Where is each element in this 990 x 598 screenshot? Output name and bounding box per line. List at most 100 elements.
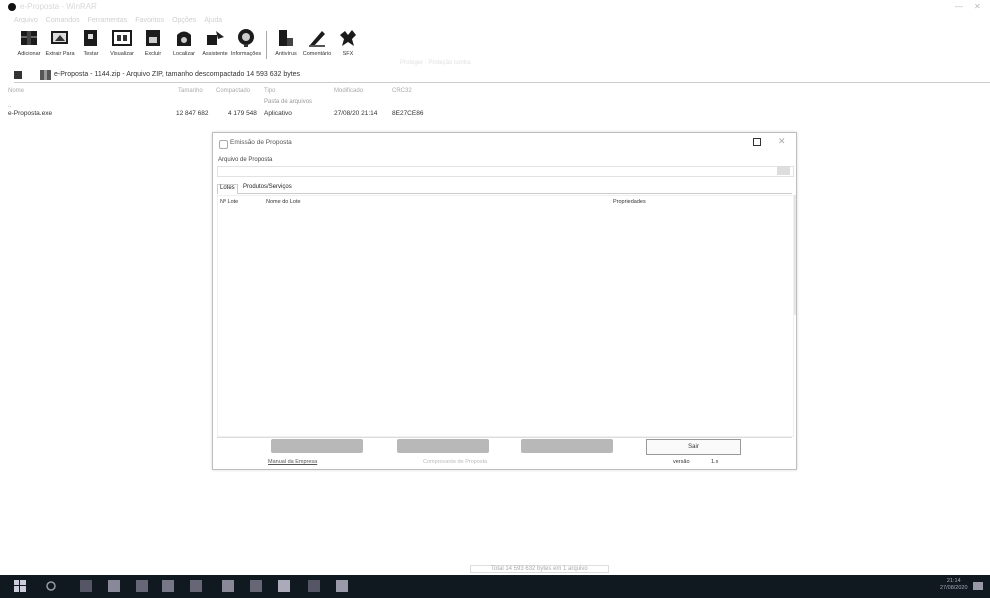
column-crc[interactable]: CRC32: [392, 88, 412, 94]
sfx-button[interactable]: SFX: [333, 27, 363, 67]
menu-commands[interactable]: Comandos: [46, 17, 80, 27]
version-value: 1.x: [711, 459, 719, 465]
info-icon: [238, 29, 254, 47]
clock-time: 21:14: [946, 578, 961, 584]
address-bar: e-Proposta - 1144.zip - Arquivo ZIP, tam…: [14, 70, 990, 81]
browser-icon[interactable]: [136, 580, 148, 592]
archive-path[interactable]: e-Proposta - 1144.zip - Arquivo ZIP, tam…: [54, 71, 300, 78]
find-button[interactable]: Localizar: [169, 27, 199, 67]
file-modified: 27/08/20 21:14: [334, 110, 378, 117]
menu-file[interactable]: Arquivo: [14, 17, 38, 27]
winrar-task-icon[interactable]: [336, 580, 348, 592]
comment-button[interactable]: Comentário: [302, 27, 332, 67]
dialog-footer-divider: [217, 437, 792, 438]
file-name: e-Proposta.exe: [8, 110, 53, 117]
task-view-icon[interactable]: [80, 580, 92, 592]
comment-icon: [309, 31, 325, 47]
tray-clock[interactable]: 21:14 27/08/2020: [940, 578, 968, 592]
wizard-button[interactable]: Assistente: [200, 27, 230, 67]
manual-link[interactable]: Manual da Empresa: [268, 459, 317, 465]
file-size: 12 847 682: [176, 110, 209, 117]
delete-button[interactable]: Excluir: [138, 27, 168, 67]
file-list-header: Nome Tamanho Compactado Tipo Modificado …: [8, 88, 528, 98]
add-button[interactable]: Adicionar: [14, 27, 44, 67]
winrar-logo-icon: [8, 3, 16, 11]
up-folder-icon[interactable]: [14, 71, 22, 79]
toolbar-separator: [266, 31, 267, 59]
column-type[interactable]: Tipo: [264, 88, 275, 94]
header-properties[interactable]: Propriedades: [613, 199, 646, 205]
sfx-icon: [340, 30, 356, 46]
menu-help[interactable]: Ajuda: [204, 17, 222, 27]
header-lot-number[interactable]: Nº Lote: [220, 199, 238, 205]
file-explorer-icon[interactable]: [108, 580, 120, 592]
app-icon-7[interactable]: [278, 580, 290, 592]
file-type: Aplicativo: [264, 110, 292, 117]
tab-lotes[interactable]: Lotes: [217, 184, 238, 194]
windows-taskbar: 21:14 27/08/2020: [0, 575, 990, 598]
status-bar: Total 14 593 632 bytes em 1 arquivo: [0, 565, 990, 575]
dialog-maximize-button[interactable]: [753, 138, 761, 146]
archive-icon: [40, 70, 51, 80]
info-button[interactable]: Informações: [231, 27, 261, 67]
find-icon: [177, 31, 191, 46]
clock-date: 27/08/2020: [940, 585, 968, 591]
blurred-button-2[interactable]: [397, 439, 489, 453]
receipt-hint: Comprovante de Proposta: [423, 459, 488, 465]
view-button[interactable]: Visualizar: [107, 27, 137, 67]
add-archive-icon: [21, 31, 37, 45]
toolbar-faint-text: Proteger · Proteção contra: [400, 60, 471, 66]
antivirus-icon: [279, 30, 293, 46]
column-size[interactable]: Tamanho: [178, 88, 203, 94]
dialog-app-icon: [219, 140, 228, 149]
test-button[interactable]: Testar: [76, 27, 106, 67]
search-icon[interactable]: [45, 580, 57, 592]
blurred-button-1[interactable]: [271, 439, 363, 453]
status-summary: Total 14 593 632 bytes em 1 arquivo: [470, 565, 609, 573]
app-icon-3[interactable]: [162, 580, 174, 592]
browse-file-button[interactable]: [777, 166, 790, 175]
proposal-file-input[interactable]: [217, 166, 794, 177]
menu-favorites[interactable]: Favoritos: [135, 17, 164, 27]
table-row[interactable]: e-Proposta.exe 12 847 682 4 179 548 Apli…: [8, 110, 528, 120]
view-icon: [112, 30, 132, 46]
column-packed[interactable]: Compactado: [216, 88, 250, 94]
lots-table: Nº Lote Nome do Lote Propriedades: [217, 195, 794, 437]
windows-start-icon[interactable]: [14, 580, 26, 592]
app-icon-5[interactable]: [222, 580, 234, 592]
dialog-tabs: Lotes Produtos/Serviços: [217, 184, 792, 194]
blurred-button-3[interactable]: [521, 439, 613, 453]
wizard-icon: [207, 31, 224, 45]
dialog-scrollbar[interactable]: [794, 195, 796, 315]
close-window-button[interactable]: ✕: [974, 2, 981, 11]
version-label: versão: [673, 459, 690, 465]
test-icon: [84, 30, 97, 46]
toolbar: Adicionar Extrair Para Testar Visualizar…: [14, 27, 364, 67]
column-modified[interactable]: Modificado: [334, 88, 363, 94]
delete-icon: [146, 30, 160, 46]
app-icon-8[interactable]: [308, 580, 320, 592]
window-title: e-Proposta - WinRAR: [20, 2, 97, 11]
address-divider: [14, 82, 990, 83]
dialog-close-button[interactable]: ✕: [778, 136, 786, 147]
app-icon-4[interactable]: [190, 580, 202, 592]
exit-button[interactable]: Sair: [646, 439, 741, 455]
notifications-icon[interactable]: [972, 580, 984, 592]
parent-type: Pasta de arquivos: [264, 99, 313, 105]
antivirus-button[interactable]: Antivírus: [271, 27, 301, 67]
menu-bar: Arquivo Comandos Ferramentas Favoritos O…: [14, 17, 222, 27]
header-lot-name[interactable]: Nome do Lote: [266, 199, 301, 205]
parent-folder-row[interactable]: .. Pasta de arquivos: [8, 99, 312, 109]
proposal-dialog: Emissão de Proposta ✕ Arquivo de Propost…: [212, 132, 797, 470]
extract-icon: [51, 31, 68, 44]
minimize-button[interactable]: —: [955, 2, 963, 11]
column-name[interactable]: Nome: [8, 88, 24, 94]
menu-tools[interactable]: Ferramentas: [88, 17, 128, 27]
file-crc: 8E27CE86: [392, 110, 424, 117]
file-packed: 4 179 548: [228, 110, 257, 117]
extract-to-button[interactable]: Extrair Para: [45, 27, 75, 67]
app-icon-6[interactable]: [250, 580, 262, 592]
menu-options[interactable]: Opções: [172, 17, 196, 27]
tab-produtos-servicos[interactable]: Produtos/Serviços: [241, 184, 294, 190]
proposal-file-label: Arquivo de Proposta: [218, 157, 273, 163]
